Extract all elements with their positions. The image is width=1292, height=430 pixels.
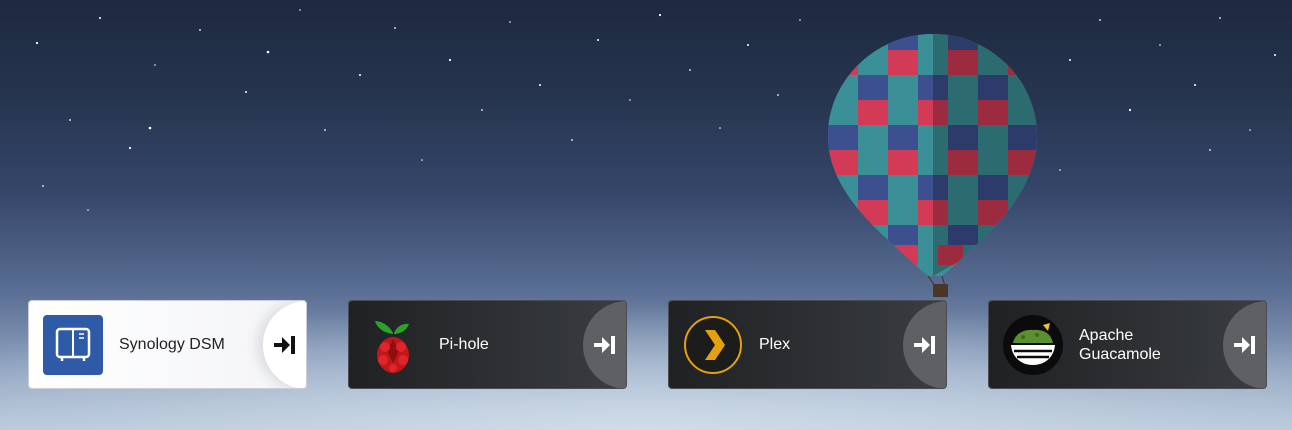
tile-label: Apache Guacamole [1079, 301, 1219, 388]
launch-button[interactable] [263, 301, 306, 388]
pihole-raspberry-icon [363, 315, 423, 375]
service-name-line-1: Apache [1079, 326, 1134, 344]
tile-label: Pi-hole [439, 301, 579, 388]
synology-nas-icon [43, 315, 103, 375]
launch-arrow-icon [274, 336, 295, 354]
guacamole-bowl-icon [1003, 315, 1063, 375]
tile-label: Synology DSM [119, 301, 259, 388]
tile-label: Plex [759, 301, 899, 388]
service-name: Pi-hole [439, 336, 489, 353]
plex-chevron-icon [683, 315, 743, 375]
tile-synology-dsm[interactable]: Synology DSM [28, 300, 307, 389]
service-name: Plex [759, 336, 791, 353]
launch-arrow-icon [594, 336, 615, 354]
launch-arrow-icon [914, 336, 935, 354]
service-name-line-2: Guacamole [1079, 345, 1161, 363]
service-tiles: Synology DSM Pi-hole Plex Apache Guacamo… [0, 0, 1292, 430]
launch-arrow-icon [1234, 336, 1255, 354]
tile-apache-guacamole[interactable]: Apache Guacamole [988, 300, 1267, 389]
tile-plex[interactable]: Plex [668, 300, 947, 389]
tile-pi-hole[interactable]: Pi-hole [348, 300, 627, 389]
launch-button[interactable] [1223, 301, 1266, 388]
launch-button[interactable] [903, 301, 946, 388]
service-name: Synology DSM [119, 336, 225, 353]
launch-button[interactable] [583, 301, 626, 388]
